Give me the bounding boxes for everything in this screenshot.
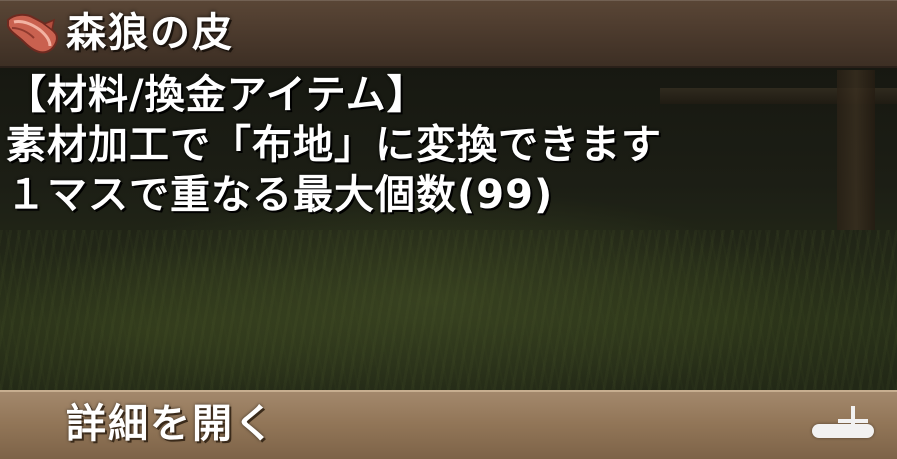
plus-icon[interactable] bbox=[838, 406, 868, 436]
item-description: 【材料/換金アイテム】 素材加工で「布地」に変換できます １マスで重なる最大個数… bbox=[6, 70, 876, 220]
grass-texture bbox=[0, 230, 897, 390]
open-details-label: 詳細を開く bbox=[66, 401, 276, 447]
description-line-1: 素材加工で「布地」に変換できます bbox=[6, 122, 662, 168]
item-tooltip: 森狼の皮 【材料/換金アイテム】 素材加工で「布地」に変換できます １マスで重な… bbox=[0, 0, 897, 459]
item-title-bar: 森狼の皮 bbox=[0, 0, 897, 68]
description-line-2: １マスで重なる最大個数(99) bbox=[6, 172, 554, 218]
wolf-pelt-icon bbox=[7, 13, 58, 54]
open-details-button[interactable]: 詳細を開く bbox=[0, 390, 897, 459]
item-name: 森狼の皮 bbox=[66, 10, 234, 56]
item-category: 【材料/換金アイテム】 bbox=[6, 72, 428, 118]
